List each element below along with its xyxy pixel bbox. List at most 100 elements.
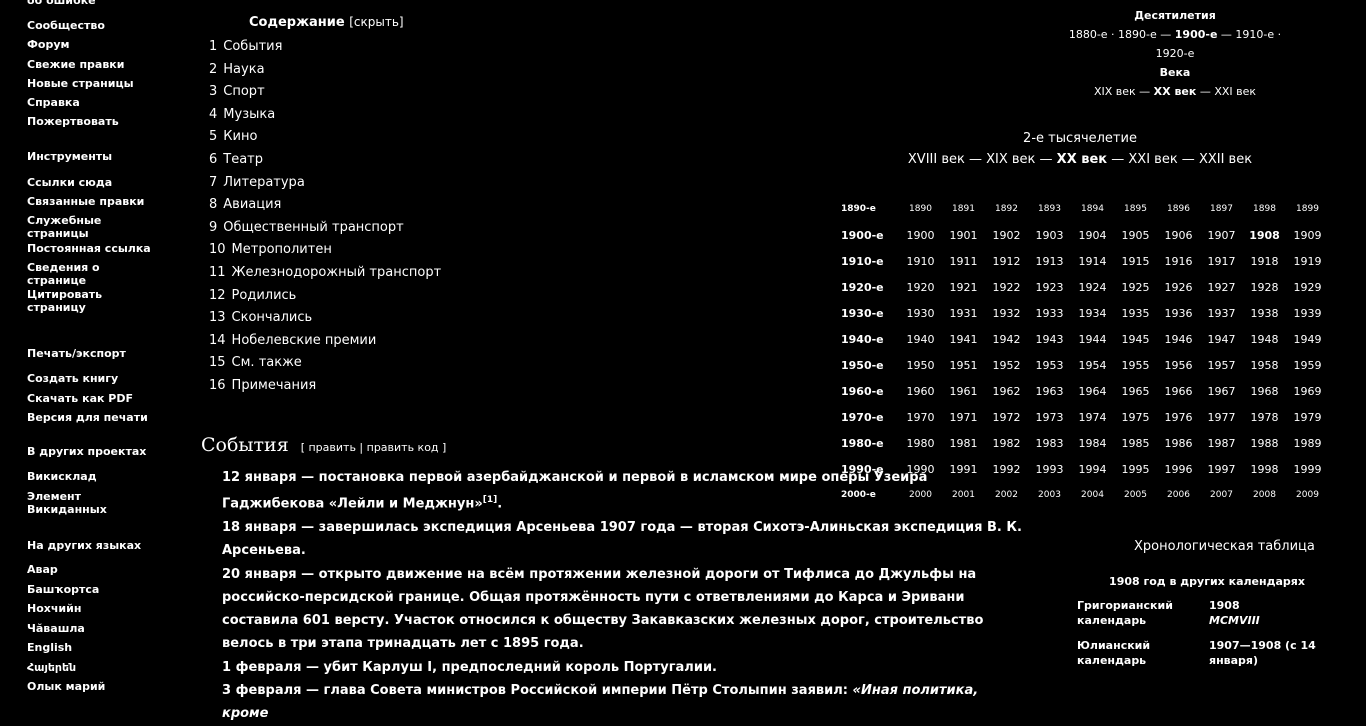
year-link[interactable]: 1996 (1157, 456, 1200, 482)
toc-item-label[interactable]: Спорт (223, 84, 264, 99)
year-link[interactable]: 1977 (1200, 404, 1243, 430)
year-link[interactable]: 1961 (942, 378, 985, 404)
year-link[interactable]: 1995 (1114, 456, 1157, 482)
year-link[interactable]: 1926 (1157, 274, 1200, 300)
sidebar-print[interactable]: Версия для печати (27, 411, 157, 424)
sidebar-item[interactable]: Справка (27, 96, 157, 109)
chronology-table-link[interactable]: Хронологическая таблица (1134, 539, 1315, 554)
sidebar-item[interactable]: Пожертвовать (27, 115, 157, 128)
year-link[interactable]: 2009 (1286, 482, 1329, 508)
sidebar-print[interactable]: Создать книгу (27, 372, 157, 385)
year-link[interactable]: 1915 (1114, 248, 1157, 274)
year-link[interactable]: 1925 (1114, 274, 1157, 300)
calendar-name-link[interactable]: Григорианский календарь (1077, 598, 1199, 638)
sidebar-item[interactable]: Свежие правки (27, 58, 157, 71)
year-link[interactable]: 1950 (899, 352, 942, 378)
year-link[interactable]: 2005 (1114, 482, 1157, 508)
centuries-links-b[interactable]: — XXI век (1196, 85, 1256, 98)
year-link[interactable]: 2008 (1243, 482, 1286, 508)
year-link[interactable]: 1963 (1028, 378, 1071, 404)
toc-item[interactable]: 4 Музыка (209, 107, 275, 122)
decade-link[interactable]: 1920-е (841, 274, 899, 300)
year-link[interactable]: 1997 (1200, 456, 1243, 482)
year-link[interactable]: 1952 (985, 352, 1028, 378)
year-link[interactable]: 1966 (1157, 378, 1200, 404)
year-link[interactable]: 1975 (1114, 404, 1157, 430)
year-link[interactable]: 2004 (1071, 482, 1114, 508)
year-link[interactable]: 1938 (1243, 300, 1286, 326)
year-link[interactable]: 1989 (1286, 430, 1329, 456)
toc-item-label[interactable]: Авиация (223, 197, 281, 212)
year-link[interactable]: 1960 (899, 378, 942, 404)
toc-item[interactable]: 9 Общественный транспорт (209, 220, 404, 235)
toc-item[interactable]: 3 Спорт (209, 84, 265, 99)
sidebar-tool[interactable]: Связанные правки (27, 195, 157, 208)
year-link[interactable]: 1956 (1157, 352, 1200, 378)
year-link[interactable]: 1905 (1114, 222, 1157, 248)
year-link[interactable]: 1976 (1157, 404, 1200, 430)
year-link[interactable]: 1992 (985, 456, 1028, 482)
year-link[interactable]: 2003 (1028, 482, 1071, 508)
toc-item-label[interactable]: Наука (223, 62, 264, 77)
sidebar-item[interactable]: об ошибке (27, 0, 157, 7)
edit-section-links[interactable]: [ править | править код ] (301, 441, 447, 454)
toc-item-label[interactable]: Общественный транспорт (223, 220, 403, 235)
year-link[interactable]: 1941 (942, 326, 985, 352)
reference-link[interactable]: [1] (483, 495, 498, 505)
centuries-links-a[interactable]: XIX век — (1094, 85, 1154, 98)
year-link[interactable]: 1928 (1243, 274, 1286, 300)
decade-link[interactable]: 2000-е (841, 482, 899, 508)
decade-link[interactable]: 1940-е (841, 326, 899, 352)
year-link[interactable]: 1980 (899, 430, 942, 456)
year-link[interactable]: 1979 (1286, 404, 1329, 430)
year-link[interactable]: 1991 (942, 456, 985, 482)
event-date-link[interactable]: 18 января (222, 520, 297, 535)
year-link[interactable]: 1919 (1286, 248, 1329, 274)
year-link[interactable]: 1944 (1071, 326, 1114, 352)
year-link[interactable]: 1986 (1157, 430, 1200, 456)
toc-item-label[interactable]: Литература (223, 175, 305, 190)
year-link[interactable]: 1890 (899, 196, 942, 222)
year-link[interactable]: 1942 (985, 326, 1028, 352)
year-link[interactable]: 1993 (1028, 456, 1071, 482)
year-link[interactable]: 1910 (899, 248, 942, 274)
year-link[interactable]: 1898 (1243, 196, 1286, 222)
sidebar-tool[interactable]: Постоянная ссылка (27, 242, 157, 255)
year-link[interactable]: 1907 (1200, 222, 1243, 248)
year-link[interactable]: 1896 (1157, 196, 1200, 222)
year-link[interactable]: 1946 (1157, 326, 1200, 352)
year-link[interactable]: 1936 (1157, 300, 1200, 326)
decade-link[interactable]: 1970-е (841, 404, 899, 430)
event-date-link[interactable]: 20 января (222, 567, 297, 582)
toc-item[interactable]: 15 См. также (209, 355, 302, 370)
year-link[interactable]: 1947 (1200, 326, 1243, 352)
decade-link[interactable]: 1960-е (841, 378, 899, 404)
toc-item[interactable]: 10 Метрополитен (209, 242, 332, 257)
year-link[interactable]: 1937 (1200, 300, 1243, 326)
toc-item-label[interactable]: Метрополитен (232, 242, 332, 257)
year-link[interactable]: 1916 (1157, 248, 1200, 274)
toc-toggle-link[interactable]: [скрыть] (349, 15, 403, 29)
year-link[interactable]: 1911 (942, 248, 985, 274)
sidebar-item[interactable]: Сообщество (27, 19, 157, 32)
toc-item-label[interactable]: Родились (232, 288, 297, 303)
year-link[interactable]: 1902 (985, 222, 1028, 248)
year-link[interactable]: 1923 (1028, 274, 1071, 300)
toc-item[interactable]: 7 Литература (209, 175, 305, 190)
year-link[interactable]: 1954 (1071, 352, 1114, 378)
year-link[interactable]: 1985 (1114, 430, 1157, 456)
year-link[interactable]: 1933 (1028, 300, 1071, 326)
decades-links-c[interactable]: 1920-е (1040, 44, 1310, 63)
year-link[interactable]: 1984 (1071, 430, 1114, 456)
year-link[interactable]: 1934 (1071, 300, 1114, 326)
toc-item[interactable]: 12 Родились (209, 288, 296, 303)
decades-links-a[interactable]: 1880-е · 1890-е — (1069, 28, 1175, 41)
toc-item[interactable]: 6 Театр (209, 152, 263, 167)
decade-link[interactable]: 1980-е (841, 430, 899, 456)
decade-link[interactable]: 1910-е (841, 248, 899, 274)
year-link[interactable]: 1967 (1200, 378, 1243, 404)
year-link[interactable]: 1897 (1200, 196, 1243, 222)
toc-item[interactable]: 13 Скончались (209, 310, 312, 325)
year-link[interactable]: 1958 (1243, 352, 1286, 378)
year-link[interactable]: 2001 (942, 482, 985, 508)
